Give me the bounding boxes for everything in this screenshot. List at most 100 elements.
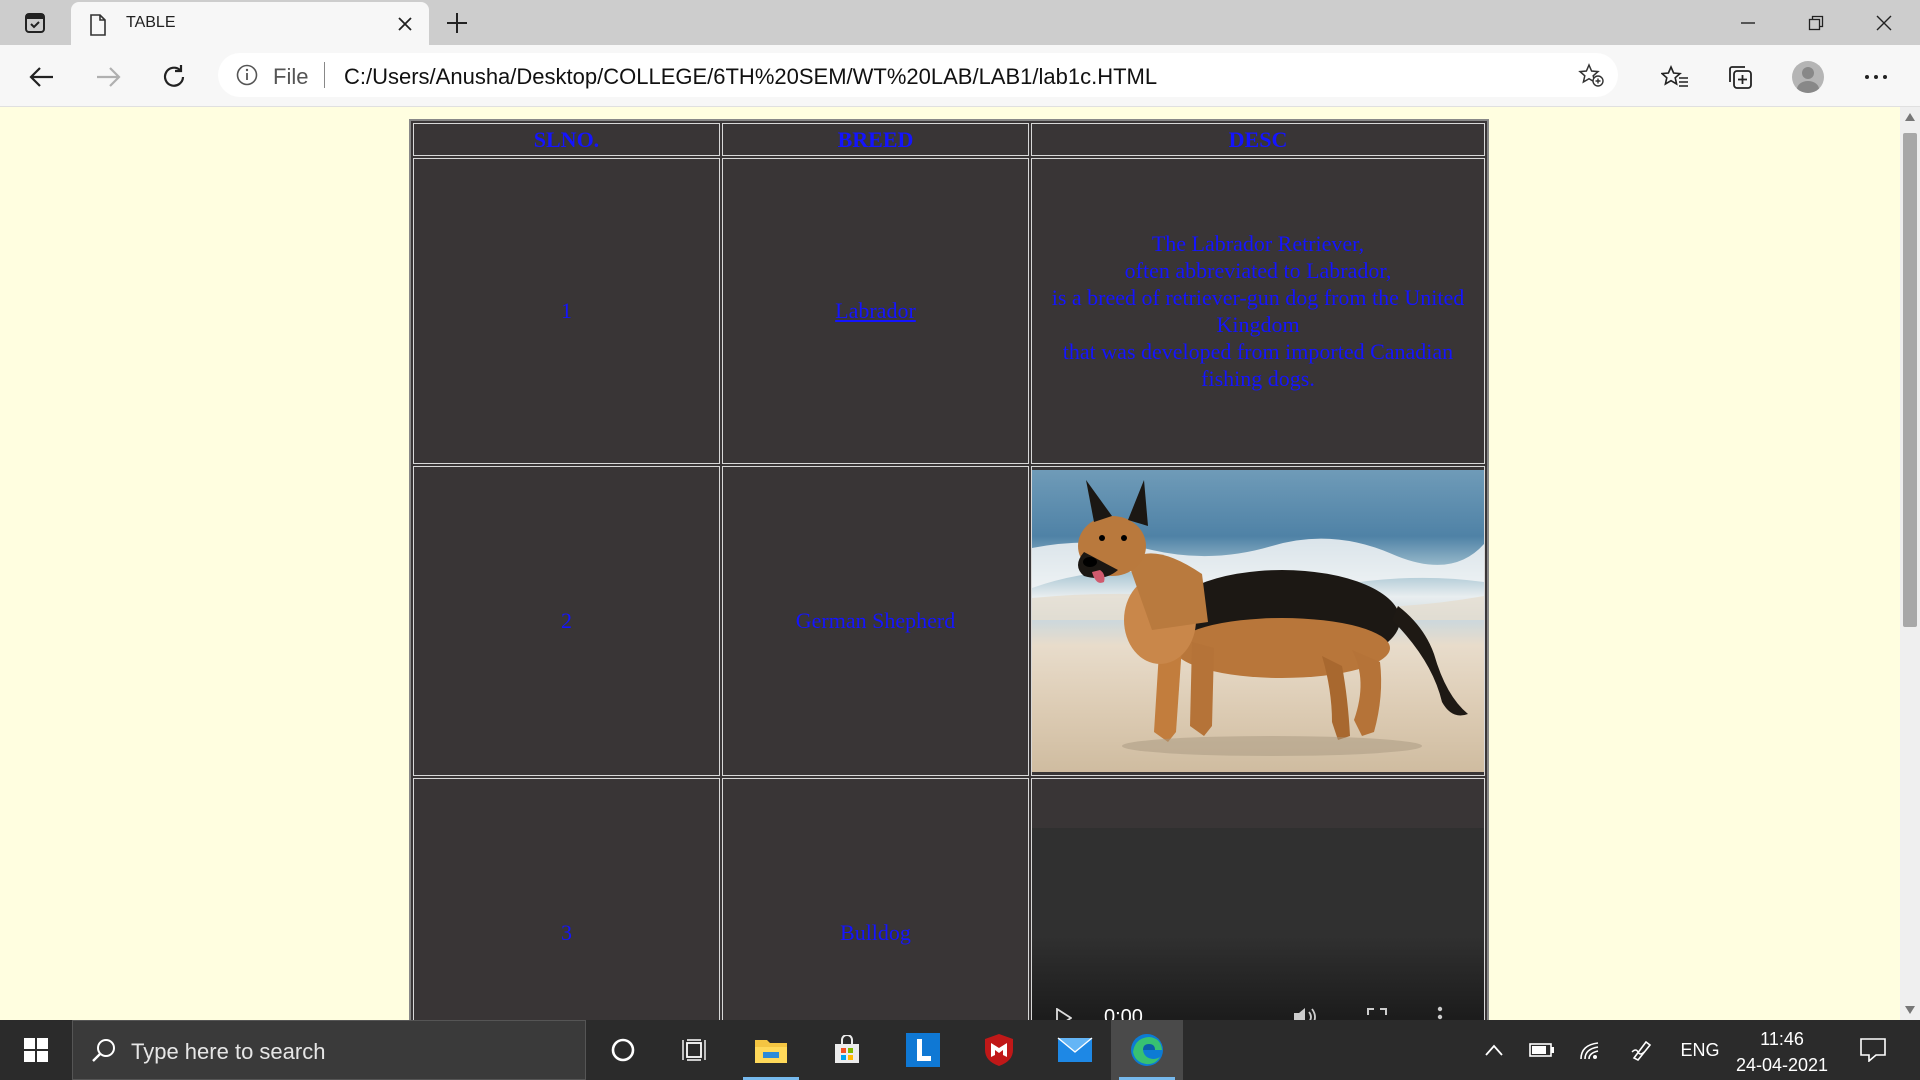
settings-menu-button[interactable] bbox=[1858, 59, 1894, 95]
back-button[interactable] bbox=[22, 57, 62, 97]
cell-slno: 2 bbox=[413, 466, 720, 776]
table-row: 3 Bulldog 0:00 bbox=[413, 778, 1485, 1020]
cell-slno: 1 bbox=[413, 158, 720, 464]
close-window-button[interactable] bbox=[1850, 0, 1918, 45]
show-hidden-icons-button[interactable] bbox=[1478, 1020, 1510, 1080]
desc-line: The Labrador Retriever, bbox=[1151, 231, 1365, 256]
breeds-table: SLNO. BREED DESC 1 Labrador The Labrador… bbox=[409, 119, 1489, 1020]
tab-actions-icon bbox=[25, 13, 45, 33]
profile-button[interactable] bbox=[1790, 59, 1826, 95]
search-placeholder: Type here to search bbox=[131, 1039, 326, 1064]
table-row: 2 German Shepherd bbox=[413, 466, 1485, 776]
video-options-button[interactable] bbox=[1437, 1006, 1443, 1020]
table-row: 1 Labrador The Labrador Retriever, often… bbox=[413, 158, 1485, 464]
scroll-down-icon[interactable] bbox=[1905, 1006, 1915, 1014]
cell-slno: 3 bbox=[413, 778, 720, 1020]
scrollbar-thumb[interactable] bbox=[1903, 133, 1917, 627]
task-view-icon bbox=[682, 1039, 706, 1061]
store-bag-icon bbox=[835, 1035, 859, 1063]
favorites-icon bbox=[1661, 65, 1688, 87]
language-button[interactable]: ENG bbox=[1672, 1020, 1728, 1080]
cell-breed: German Shepherd bbox=[721, 466, 1029, 776]
minimize-button[interactable] bbox=[1714, 0, 1782, 45]
file-explorer-button[interactable] bbox=[735, 1020, 807, 1080]
notification-icon bbox=[1860, 1038, 1886, 1062]
address-bar[interactable]: File C:/Users/Anusha/Desktop/COLLEGE/6TH… bbox=[218, 53, 1618, 97]
network-button[interactable] bbox=[1570, 1020, 1610, 1080]
desc-line: is a breed of retriever-gun dog from the… bbox=[1051, 285, 1465, 337]
address-separator bbox=[324, 62, 325, 88]
fullscreen-button[interactable] bbox=[1367, 1008, 1387, 1020]
windows-logo-icon bbox=[24, 1038, 48, 1062]
forward-arrow-icon bbox=[97, 67, 121, 87]
desc-line: that was developed from imported Canadia… bbox=[1062, 339, 1454, 391]
browser-toolbar: File C:/Users/Anusha/Desktop/COLLEGE/6TH… bbox=[0, 45, 1920, 107]
l-app-button[interactable] bbox=[887, 1020, 959, 1080]
info-icon bbox=[236, 64, 258, 86]
more-horizontal-icon bbox=[1865, 75, 1887, 79]
pen-icon bbox=[1631, 1040, 1652, 1062]
store-button[interactable] bbox=[811, 1020, 883, 1080]
cell-breed: Labrador bbox=[721, 158, 1029, 464]
wifi-icon bbox=[1580, 1042, 1599, 1060]
desc-line: often abbreviated to Labrador, bbox=[1124, 258, 1392, 283]
volume-icon bbox=[1294, 1008, 1316, 1020]
folder-icon bbox=[755, 1040, 787, 1063]
cell-desc: The Labrador Retriever, often abbreviate… bbox=[1031, 158, 1485, 464]
mcafee-button[interactable] bbox=[963, 1020, 1035, 1080]
forward-button[interactable] bbox=[88, 57, 128, 97]
cortana-button[interactable] bbox=[587, 1020, 659, 1080]
edge-icon bbox=[1131, 1034, 1163, 1066]
scroll-up-icon[interactable] bbox=[1905, 113, 1915, 121]
header-desc: DESC bbox=[1031, 123, 1485, 156]
pen-button[interactable] bbox=[1622, 1020, 1662, 1080]
address-file-label: File bbox=[273, 64, 309, 89]
breed-link-labrador[interactable]: Labrador bbox=[835, 298, 916, 323]
page-icon bbox=[90, 14, 106, 36]
mail-button[interactable] bbox=[1039, 1020, 1111, 1080]
battery-button[interactable] bbox=[1522, 1020, 1562, 1080]
video-player[interactable]: 0:00 bbox=[1032, 828, 1484, 1020]
tab-bar: TABLE bbox=[0, 0, 1920, 45]
collections-icon bbox=[1729, 66, 1752, 89]
volume-button[interactable] bbox=[1292, 1006, 1318, 1020]
language-label: ENG bbox=[1680, 1039, 1720, 1060]
edge-button[interactable] bbox=[1111, 1020, 1183, 1080]
l-app-icon bbox=[906, 1033, 940, 1067]
plus-icon bbox=[447, 13, 467, 33]
star-plus-icon bbox=[1578, 63, 1604, 87]
collections-button[interactable] bbox=[1722, 59, 1758, 95]
add-favorite-button[interactable] bbox=[1578, 63, 1604, 91]
tab-actions-button[interactable] bbox=[12, 8, 58, 38]
refresh-button[interactable] bbox=[154, 57, 194, 97]
tab-active[interactable]: TABLE bbox=[71, 2, 429, 45]
task-view-button[interactable] bbox=[659, 1020, 731, 1080]
restore-button[interactable] bbox=[1782, 0, 1850, 45]
favorites-button[interactable] bbox=[1657, 59, 1693, 95]
german-shepherd-photo bbox=[1032, 470, 1484, 772]
header-breed: BREED bbox=[721, 123, 1029, 156]
cell-breed: Bulldog bbox=[721, 778, 1029, 1020]
restore-icon bbox=[1808, 15, 1824, 30]
more-vertical-icon bbox=[1437, 1006, 1443, 1020]
new-tab-button[interactable] bbox=[440, 8, 474, 38]
chevron-up-icon bbox=[1485, 1044, 1503, 1056]
start-button[interactable] bbox=[0, 1020, 72, 1080]
cell-desc: 0:00 bbox=[1031, 778, 1485, 1020]
close-icon bbox=[398, 17, 412, 31]
search-icon bbox=[92, 1039, 115, 1062]
close-icon bbox=[1876, 15, 1892, 30]
minimize-icon bbox=[1741, 21, 1755, 24]
back-arrow-icon bbox=[29, 67, 53, 87]
play-button[interactable] bbox=[1056, 1007, 1073, 1020]
dog-illustration bbox=[1032, 480, 1484, 756]
action-center-button[interactable] bbox=[1846, 1020, 1900, 1080]
tab-title: TABLE bbox=[126, 14, 176, 31]
address-url[interactable]: C:/Users/Anusha/Desktop/COLLEGE/6TH%20SE… bbox=[344, 64, 1157, 90]
system-clock[interactable]: 11:46 24-04-2021 bbox=[1724, 1026, 1840, 1078]
close-tab-button[interactable] bbox=[393, 12, 417, 36]
taskbar-search-box[interactable]: Type here to search bbox=[72, 1020, 586, 1080]
vertical-scrollbar[interactable] bbox=[1900, 107, 1920, 1020]
mcafee-shield-icon bbox=[985, 1034, 1013, 1066]
mail-icon bbox=[1057, 1037, 1093, 1062]
